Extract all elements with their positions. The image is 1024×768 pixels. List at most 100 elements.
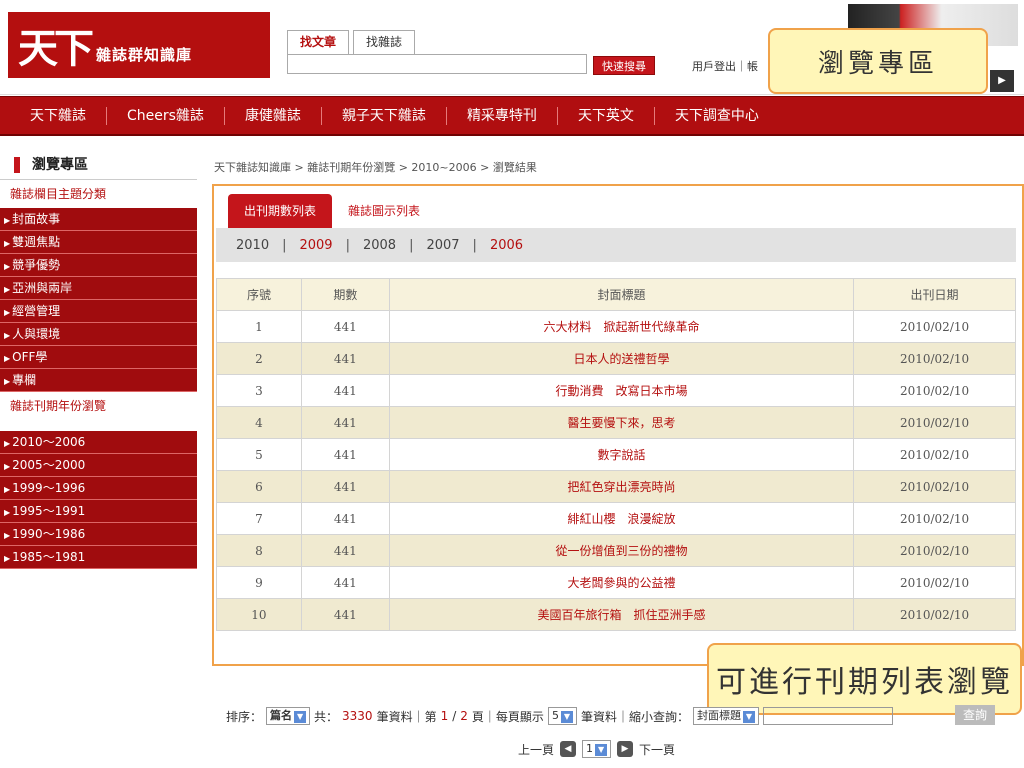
sidebar-item-management[interactable]: ▶ 經營管理 <box>0 300 197 323</box>
prev-page-link[interactable]: 上一頁 <box>518 741 554 758</box>
year-link-2007[interactable]: 2007 <box>426 238 459 253</box>
cell-date: 2010/02/10 <box>853 374 1016 407</box>
cell-no: 1 <box>216 310 302 343</box>
sidebar: 瀏覽專區 雜誌欄目主題分類 ▶ 封面故事 ▶ 雙週焦點 ▶ 競爭優勢 ▶ 亞洲與兩岸 ▶… <box>0 150 197 569</box>
table-row: 1 441 六大材料 掀起新世代綠革命 2010/02/10 <box>216 310 1016 343</box>
cell-date: 2010/02/10 <box>853 438 1016 471</box>
sidebar-item-year-range[interactable]: ▶ 2010～2006 <box>0 431 197 454</box>
cell-cover-title[interactable]: 數字說話 <box>388 438 855 471</box>
sidebar-item-cover-story[interactable]: ▶ 封面故事 <box>0 208 197 231</box>
sidebar-item-label: 1985～1981 <box>12 550 86 564</box>
cell-cover-title[interactable]: 美國百年旅行箱 抓住亞洲手感 <box>388 598 855 631</box>
next-page-icon[interactable]: ▶ <box>617 741 634 757</box>
cell-no: 9 <box>216 566 302 599</box>
tab-cover-icons[interactable]: 雜誌圖示列表 <box>332 194 436 228</box>
cell-issue: 441 <box>300 566 390 599</box>
per-page-suffix: 筆資料｜縮小查詢： <box>580 709 689 724</box>
table-row: 7 441 緋紅山櫻 浪漫綻放 2010/02/10 <box>216 502 1016 535</box>
page-separator: / <box>452 709 457 723</box>
search-input[interactable] <box>287 54 587 74</box>
sidebar-item-column[interactable]: ▶ 專欄 <box>0 369 197 392</box>
nav-cheers[interactable]: Cheers雜誌 <box>107 106 225 125</box>
sidebar-item-environment[interactable]: ▶ 人與環境 <box>0 323 197 346</box>
cell-date: 2010/02/10 <box>853 502 1016 535</box>
page-current: 1 <box>440 709 449 723</box>
user-logout-link[interactable]: 用戶登出｜帳 <box>692 58 758 74</box>
callout-browse-area: 瀏覽專區 <box>768 28 988 94</box>
sidebar-item-competitive[interactable]: ▶ 競爭優勢 <box>0 254 197 277</box>
table-row: 5 441 數字說話 2010/02/10 <box>216 438 1016 471</box>
breadcrumb[interactable]: 天下雜誌知識庫 > 雜誌刊期年份瀏覽 > 2010~2006 > 瀏覽結果 <box>214 159 537 175</box>
cell-cover-title[interactable]: 大老闆參與的公益禮 <box>388 566 855 599</box>
chevron-down-icon: ▼ <box>742 711 755 723</box>
sidebar-item-year-range[interactable]: ▶ 1990～1986 <box>0 523 197 546</box>
sidebar-item-label: 1999～1996 <box>12 481 86 495</box>
cell-date: 2010/02/10 <box>853 406 1016 439</box>
total-count: 3330 <box>342 709 373 723</box>
cell-issue: 441 <box>300 310 390 343</box>
year-link-2010[interactable]: 2010 <box>236 238 269 253</box>
table-row: 4 441 醫生要慢下來，思考 2010/02/10 <box>216 406 1016 439</box>
page-select[interactable]: 1 ▼ <box>582 740 612 758</box>
sidebar-section-years: 雜誌刊期年份瀏覽 <box>10 399 107 413</box>
year-link-2008[interactable]: 2008 <box>363 238 396 253</box>
sidebar-item-year-range[interactable]: ▶ 1995～1991 <box>0 500 197 523</box>
per-page-select[interactable]: 5 ▼ <box>547 707 577 725</box>
total-prefix: 共： <box>314 709 339 724</box>
cell-date: 2010/02/10 <box>853 470 1016 503</box>
cell-cover-title[interactable]: 醫生要慢下來，思考 <box>388 406 855 439</box>
nav-health[interactable]: 康健雜誌 <box>225 106 322 125</box>
cell-cover-title[interactable]: 六大材料 掀起新世代綠革命 <box>388 310 855 343</box>
cell-date: 2010/02/10 <box>853 566 1016 599</box>
filter-field-value: 封面標題 <box>696 709 741 722</box>
site-logo[interactable]: 天下 雜誌群知識庫 <box>8 12 270 78</box>
year-link-2009[interactable]: 2009 <box>299 238 332 253</box>
triangle-icon: ▶ <box>4 531 11 540</box>
cell-issue: 441 <box>300 438 390 471</box>
sidebar-item-label: 專欄 <box>12 373 37 387</box>
next-page-link[interactable]: 下一頁 <box>639 741 675 758</box>
sidebar-item-asia[interactable]: ▶ 亞洲與兩岸 <box>0 277 197 300</box>
cell-no: 3 <box>216 374 302 407</box>
query-button[interactable]: 查詢 <box>955 705 995 725</box>
cell-issue: 441 <box>300 470 390 503</box>
promo-next-arrow-icon[interactable]: ▶ <box>990 70 1014 92</box>
cell-cover-title[interactable]: 行動消費 改寫日本市場 <box>388 374 855 407</box>
nav-survey[interactable]: 天下調查中心 <box>655 107 779 125</box>
sort-select[interactable]: 篇名 ▼ <box>266 707 311 725</box>
cell-no: 4 <box>216 406 302 439</box>
main-nav: 天下雜誌 Cheers雜誌 康健雜誌 親子天下雜誌 精采專特刊 天下英文 天下調… <box>0 96 1024 136</box>
prev-page-icon[interactable]: ◀ <box>560 741 577 757</box>
tab-issue-list[interactable]: 出刊期數列表 <box>228 194 333 228</box>
issue-table: 序號 期數 封面標題 出刊日期 1 441 六大材料 掀起新世代綠革命 2010/02… <box>216 278 1016 631</box>
sort-select-value: 篇名 <box>270 709 293 722</box>
tab-find-magazine[interactable]: 找雜誌 <box>353 30 416 54</box>
year-link-2006[interactable]: 2006 <box>490 238 523 253</box>
cell-issue: 441 <box>300 342 390 375</box>
nav-special[interactable]: 精采專特刊 <box>447 106 558 125</box>
cell-cover-title[interactable]: 日本人的送禮哲學 <box>388 342 855 375</box>
quick-search-button[interactable]: 快速搜尋 <box>593 56 655 75</box>
sidebar-title: 瀏覽專區 <box>0 150 197 180</box>
sidebar-item-biweekly[interactable]: ▶ 雙週焦點 <box>0 231 197 254</box>
page-navigation: 上一頁 ◀ 1 ▼ ▶ 下一頁 <box>518 740 675 758</box>
nav-english[interactable]: 天下英文 <box>558 106 655 125</box>
nav-commonwealth[interactable]: 天下雜誌 <box>10 106 107 125</box>
sidebar-item-year-range[interactable]: ▶ 1985～1981 <box>0 546 197 569</box>
sidebar-item-year-range[interactable]: ▶ 1999～1996 <box>0 477 197 500</box>
tab-find-article[interactable]: 找文章 <box>287 30 350 54</box>
triangle-icon: ▶ <box>4 508 11 517</box>
nav-parenting[interactable]: 親子天下雜誌 <box>322 106 447 125</box>
filter-field-select[interactable]: 封面標題 ▼ <box>692 707 759 725</box>
triangle-icon: ▶ <box>4 462 11 471</box>
sidebar-item-year-range[interactable]: ▶ 2005～2000 <box>0 454 197 477</box>
page-select-value: 1 <box>586 742 594 755</box>
table-row: 3 441 行動消費 改寫日本市場 2010/02/10 <box>216 374 1016 407</box>
cell-cover-title[interactable]: 把紅色穿出漂亮時尚 <box>388 470 855 503</box>
cell-no: 10 <box>216 598 302 631</box>
chevron-down-icon: ▼ <box>595 744 608 756</box>
cell-cover-title[interactable]: 緋紅山櫻 浪漫綻放 <box>388 502 855 535</box>
cell-cover-title[interactable]: 從一份增值到三份的禮物 <box>388 534 855 567</box>
sidebar-item-off[interactable]: ▶ OFF學 <box>0 346 197 369</box>
filter-input[interactable] <box>762 707 893 725</box>
